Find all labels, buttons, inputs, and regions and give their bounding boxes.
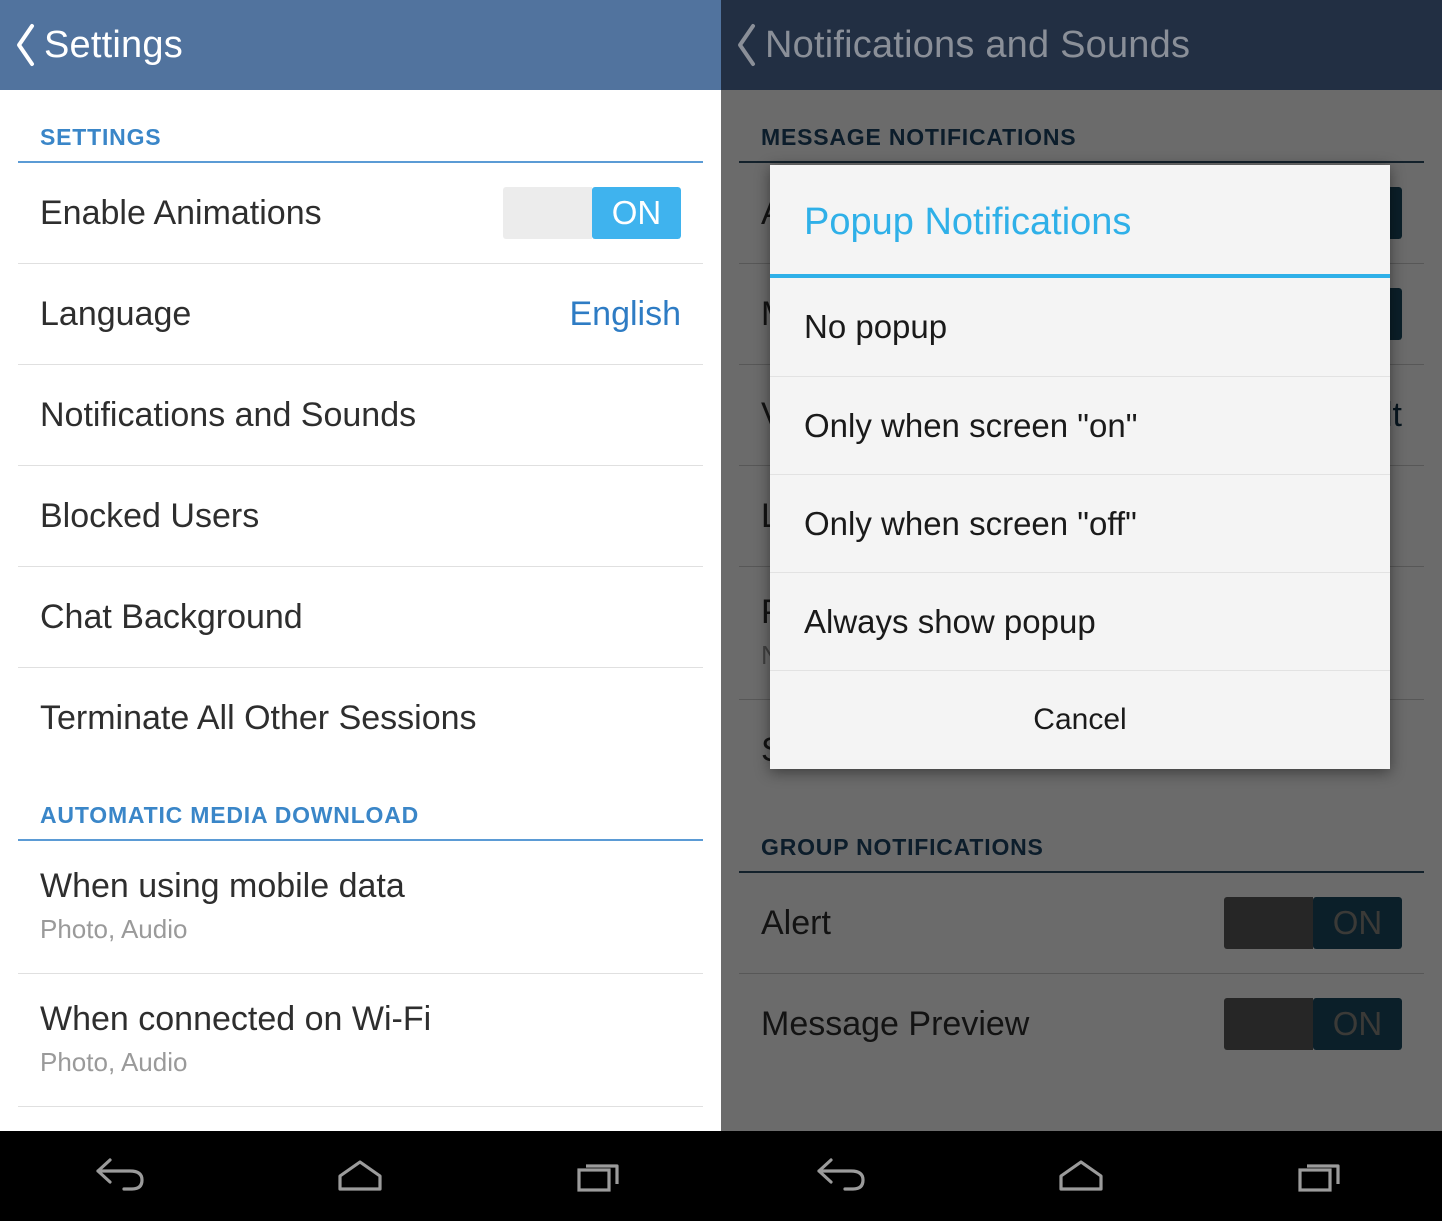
row-title: Language xyxy=(40,294,192,333)
row-labels: When connected on Wi-Fi Photo, Audio xyxy=(40,1000,681,1078)
row-when-connected-on-wifi[interactable]: When connected on Wi-Fi Photo, Audio xyxy=(0,974,721,1106)
row-group-message-preview[interactable]: Message Preview ON xyxy=(721,974,1442,1074)
row-notifications-and-sounds[interactable]: Notifications and Sounds xyxy=(0,365,721,465)
row-labels: Chat Background xyxy=(40,598,681,637)
recents-icon[interactable] xyxy=(541,1131,661,1221)
popup-notifications-dialog: Popup Notifications No popup Only when s… xyxy=(770,165,1390,769)
toggle-state-label: ON xyxy=(1313,998,1402,1050)
row-title: Blocked Users xyxy=(40,496,260,535)
row-chat-background[interactable]: Chat Background xyxy=(0,567,721,667)
chevron-left-icon[interactable] xyxy=(729,19,763,71)
row-group-alert[interactable]: Alert ON xyxy=(721,873,1442,973)
toggle-knob xyxy=(1224,897,1313,949)
dual-screen-container: Settings SETTINGS Enable Animations ON L… xyxy=(0,0,1442,1221)
row-labels: Alert xyxy=(761,904,1208,943)
row-blocked-users[interactable]: Blocked Users xyxy=(0,466,721,566)
section-header-message-notifications: MESSAGE NOTIFICATIONS xyxy=(761,124,1077,150)
toggle-group-message-preview[interactable]: ON xyxy=(1224,998,1402,1050)
row-labels: When using mobile data Photo, Audio xyxy=(40,867,681,945)
row-title: Terminate All Other Sessions xyxy=(40,698,477,737)
row-title: Notifications and Sounds xyxy=(40,395,417,434)
toggle-enable-animations[interactable]: ON xyxy=(503,187,681,239)
right-appbar: Notifications and Sounds xyxy=(721,0,1442,90)
dialog-option-no-popup[interactable]: No popup xyxy=(770,278,1390,376)
row-labels: Enable Animations xyxy=(40,194,487,233)
row-labels: Notifications and Sounds xyxy=(40,396,681,435)
row-language[interactable]: Language English xyxy=(0,264,721,364)
section-header-automatic-media-download: AUTOMATIC MEDIA DOWNLOAD xyxy=(40,802,420,828)
row-title: Alert xyxy=(761,903,831,942)
dialog-option-only-when-screen-on[interactable]: Only when screen "on" xyxy=(770,376,1390,474)
toggle-state-label: ON xyxy=(1313,897,1402,949)
home-icon[interactable] xyxy=(300,1131,420,1221)
row-labels: Blocked Users xyxy=(40,497,681,536)
row-labels: Message Preview xyxy=(761,1005,1208,1044)
row-when-using-mobile-data[interactable]: When using mobile data Photo, Audio xyxy=(0,841,721,973)
left-settings-list[interactable]: SETTINGS Enable Animations ON Language E… xyxy=(0,90,721,1221)
row-title: Enable Animations xyxy=(40,193,322,232)
row-title: When using mobile data xyxy=(40,867,405,905)
row-terminate-all-other-sessions[interactable]: Terminate All Other Sessions xyxy=(0,668,721,768)
row-labels: Terminate All Other Sessions xyxy=(40,699,681,738)
dialog-option-always-show-popup[interactable]: Always show popup xyxy=(770,572,1390,670)
section-header-settings: SETTINGS xyxy=(40,124,162,150)
row-enable-animations[interactable]: Enable Animations ON xyxy=(0,163,721,263)
left-navigation-bar xyxy=(0,1131,721,1221)
left-appbar: Settings xyxy=(0,0,721,90)
row-title: When connected on Wi-Fi xyxy=(40,1000,432,1038)
cancel-button[interactable]: Cancel xyxy=(770,671,1390,769)
toggle-knob xyxy=(1224,998,1313,1050)
toggle-state-label: ON xyxy=(592,187,681,239)
row-title: Message Preview xyxy=(761,1004,1030,1043)
dialog-option-only-when-screen-off[interactable]: Only when screen "off" xyxy=(770,474,1390,572)
left-appbar-title: Settings xyxy=(44,23,183,66)
right-phone-screen: Notifications and Sounds MESSAGE NOTIFIC… xyxy=(721,0,1442,1221)
back-icon[interactable] xyxy=(60,1131,180,1221)
back-icon[interactable] xyxy=(781,1131,901,1221)
row-labels: Language xyxy=(40,295,553,334)
chevron-left-icon[interactable] xyxy=(8,19,42,71)
row-subtitle: Photo, Audio xyxy=(40,1047,188,1077)
toggle-knob xyxy=(503,187,592,239)
left-phone-screen: Settings SETTINGS Enable Animations ON L… xyxy=(0,0,721,1221)
section-header-group-notifications: GROUP NOTIFICATIONS xyxy=(761,834,1044,860)
right-navigation-bar xyxy=(721,1131,1442,1221)
dialog-title: Popup Notifications xyxy=(804,201,1132,243)
toggle-group-alert[interactable]: ON xyxy=(1224,897,1402,949)
row-subtitle: Photo, Audio xyxy=(40,914,188,944)
row-value-language: English xyxy=(569,294,681,333)
row-title: Chat Background xyxy=(40,597,303,636)
right-appbar-title: Notifications and Sounds xyxy=(765,23,1191,66)
home-icon[interactable] xyxy=(1021,1131,1141,1221)
recents-icon[interactable] xyxy=(1262,1131,1382,1221)
